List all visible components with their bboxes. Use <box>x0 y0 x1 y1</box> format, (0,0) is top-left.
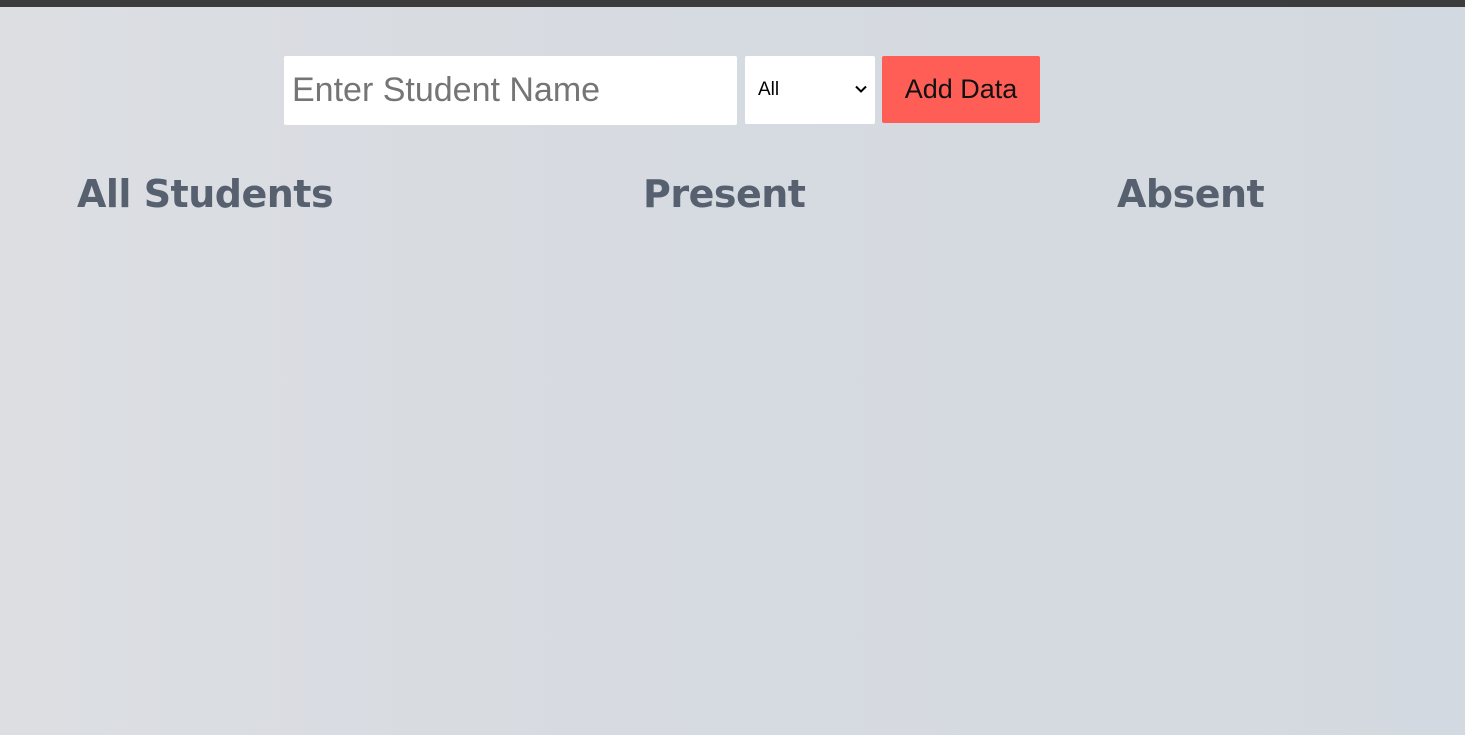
status-select[interactable]: All <box>745 56 875 124</box>
absent-heading: Absent <box>1117 172 1265 216</box>
chevron-down-icon <box>855 85 867 93</box>
attendance-form: All Add Data <box>0 0 1465 140</box>
status-select-value: All <box>758 79 780 100</box>
all-students-heading: All Students <box>77 172 334 216</box>
present-heading: Present <box>643 172 806 216</box>
student-name-input[interactable] <box>284 56 737 125</box>
add-data-button[interactable]: Add Data <box>882 56 1040 123</box>
